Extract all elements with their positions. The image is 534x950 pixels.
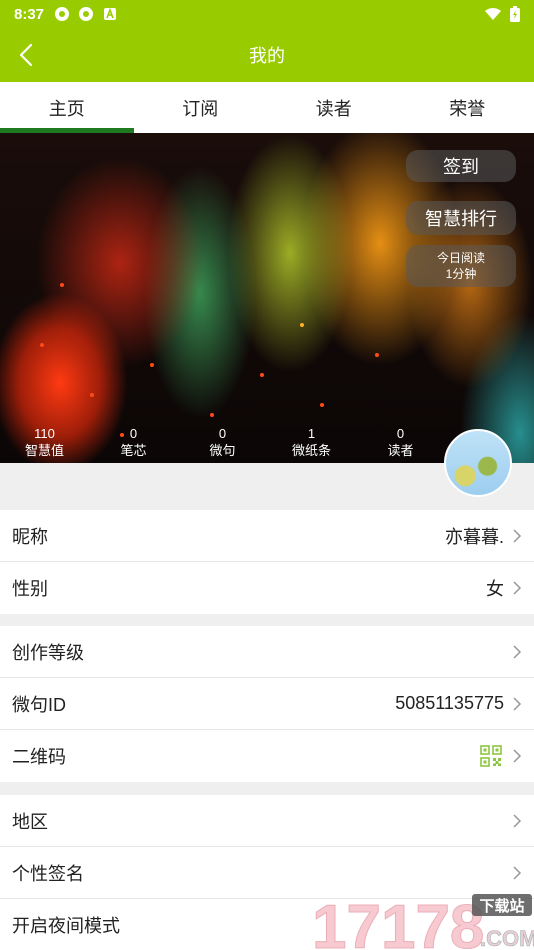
stat-value: 0 — [218, 426, 227, 441]
region-label: 地区 — [12, 811, 48, 832]
stat-notes[interactable]: 1 微纸条 — [267, 425, 356, 459]
creation-level-label: 创作等级 — [12, 642, 84, 663]
paint-speck — [60, 283, 64, 287]
gender-label: 性别 — [12, 579, 48, 599]
sign-in-label: 签到 — [443, 157, 479, 177]
chevron-right-icon — [513, 749, 522, 763]
stat-label: 智慧值 — [24, 443, 64, 458]
paint-speck — [150, 363, 154, 367]
site-watermark-logo: 17178 下载站 .COM — [312, 893, 534, 950]
chevron-right-icon — [513, 865, 522, 880]
tab-label: 订阅 — [182, 98, 219, 119]
stat-weiju[interactable]: 0 微句 — [178, 425, 267, 459]
battery-icon — [510, 6, 520, 22]
weiju-id-value: 50851135775 — [395, 693, 504, 713]
stat-label: 读者 — [387, 443, 414, 458]
wifi-icon — [485, 7, 501, 20]
tab-label: 荣誉 — [449, 98, 486, 119]
gender-row[interactable]: 性别 女 — [0, 562, 534, 614]
status-bar: 8:37 — [0, 0, 534, 28]
tab-readers[interactable]: 读者 — [267, 82, 401, 133]
status-time: 8:37 — [14, 5, 45, 23]
profile-account-section: 创作等级 微句ID 50851135775 二维码 — [0, 626, 534, 782]
profile-cover-image: 签到 智慧排行 今日阅读 1分钟 110 智慧值 0 笔芯 0 微句 1 微纸条 0 读者 — [0, 133, 534, 463]
today-reading-value: 1分钟 — [445, 267, 477, 281]
chevron-right-icon — [513, 813, 522, 828]
today-reading-label: 今日阅读 — [436, 251, 485, 265]
stat-value: 0 — [396, 426, 405, 441]
tab-label: 读者 — [315, 98, 352, 119]
app-notification-icon — [79, 7, 94, 21]
watermark-badge-text: 下载站 — [479, 897, 524, 915]
stat-label: 微纸条 — [291, 443, 331, 458]
stat-value: 0 — [129, 426, 138, 441]
nickname-value: 亦暮暮. — [444, 526, 504, 547]
watermark-com: .COM — [480, 926, 534, 950]
sign-in-button[interactable]: 签到 — [406, 150, 516, 182]
watermark-number: 17178 — [312, 893, 484, 950]
tab-subscriptions[interactable]: 订阅 — [134, 82, 268, 133]
chevron-right-icon — [513, 696, 522, 711]
stat-label: 笔芯 — [120, 443, 147, 458]
night-mode-label: 开启夜间模式 — [12, 916, 120, 936]
back-arrow-icon[interactable] — [14, 42, 40, 68]
stat-value: 1 — [307, 426, 316, 441]
paint-speck — [375, 353, 379, 357]
text-notification-icon — [104, 7, 117, 20]
paint-speck — [320, 403, 324, 407]
qrcode-label: 二维码 — [12, 747, 66, 767]
page-title: 我的 — [249, 46, 285, 66]
profile-basic-section: 昵称 亦暮暮. 性别 女 — [0, 510, 534, 614]
weiju-id-label: 微句ID — [12, 694, 66, 715]
nickname-row[interactable]: 昵称 亦暮暮. — [0, 510, 534, 562]
paint-speck — [260, 373, 264, 377]
avatar[interactable] — [444, 429, 512, 497]
tab-home[interactable]: 主页 — [0, 82, 134, 133]
qrcode-row[interactable]: 二维码 — [0, 730, 534, 782]
status-right — [484, 6, 520, 22]
chevron-right-icon — [513, 644, 522, 659]
wisdom-rank-label: 智慧排行 — [425, 209, 497, 229]
profile-tabs: 主页 订阅 读者 荣誉 — [0, 82, 534, 133]
creation-level-row[interactable]: 创作等级 — [0, 626, 534, 678]
chevron-right-icon — [513, 581, 522, 595]
stat-readers[interactable]: 0 读者 — [356, 425, 445, 459]
paint-speck — [300, 323, 304, 327]
stat-wisdom[interactable]: 110 智慧值 — [0, 425, 89, 459]
paint-speck — [90, 393, 94, 397]
chevron-right-icon — [513, 528, 522, 543]
gender-value: 女 — [486, 579, 504, 599]
app-notification-icon — [55, 7, 70, 21]
tab-label: 主页 — [48, 98, 85, 119]
stat-label: 微句 — [209, 443, 236, 458]
today-reading-badge[interactable]: 今日阅读 1分钟 — [406, 245, 516, 287]
weiju-id-row[interactable]: 微句ID 50851135775 — [0, 678, 534, 730]
top-app-bar: 我的 — [0, 28, 534, 82]
paint-speck — [210, 413, 214, 417]
profile-stats: 110 智慧值 0 笔芯 0 微句 1 微纸条 0 读者 — [0, 425, 445, 459]
paint-speck — [40, 343, 44, 347]
stat-likes[interactable]: 0 笔芯 — [89, 425, 178, 459]
tab-honors[interactable]: 荣誉 — [401, 82, 534, 133]
qr-code-icon — [480, 745, 502, 767]
stat-value: 110 — [34, 426, 55, 441]
nickname-label: 昵称 — [12, 526, 48, 547]
signature-label: 个性签名 — [12, 863, 84, 884]
region-row[interactable]: 地区 — [0, 795, 534, 847]
wisdom-rank-button[interactable]: 智慧排行 — [406, 201, 516, 235]
